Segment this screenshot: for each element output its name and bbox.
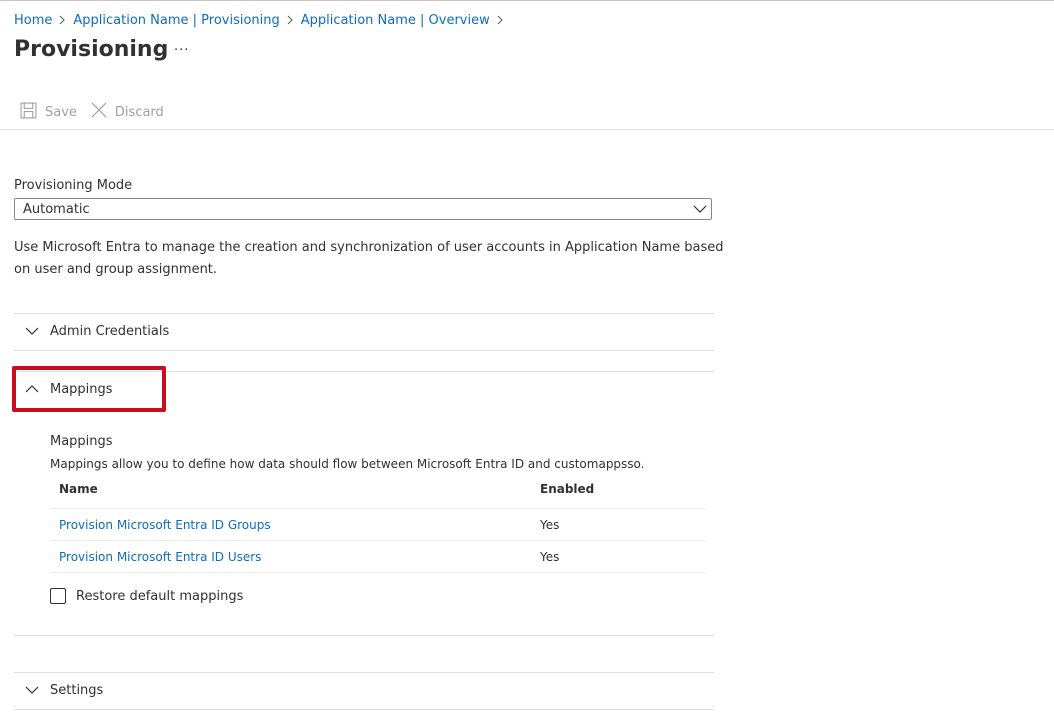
save-icon [20,102,45,123]
mapping-link-groups[interactable]: Provision Microsoft Entra ID Groups [59,518,271,532]
row-divider [50,508,706,509]
section-divider [14,635,714,636]
column-header-name: Name [59,482,98,496]
mappings-description: Mappings allow you to define how data sh… [50,457,645,471]
breadcrumb-home[interactable]: Home [14,13,52,28]
provisioning-mode-description: Use Microsoft Entra to manage the creati… [14,240,724,277]
restore-default-mappings-checkbox[interactable] [50,588,66,604]
section-admin-credentials-label: Admin Credentials [50,323,170,339]
section-divider [14,709,714,710]
discard-button[interactable]: Discard [91,102,164,122]
breadcrumb: Home Application Name | Provisioning App… [14,11,511,29]
section-divider [14,350,714,351]
save-button[interactable]: Save [20,102,77,123]
chevron-up-icon [14,384,50,394]
mapping-enabled-users: Yes [540,550,560,564]
provisioning-mode-dropdown[interactable]: Automatic [14,198,712,220]
provisioning-mode-value: Automatic [23,201,90,217]
row-divider [50,540,706,541]
provisioning-mode-label: Provisioning Mode [14,178,133,193]
chevron-right-icon [495,13,507,28]
section-mappings[interactable]: Mappings [14,371,714,407]
command-bar: Save Discard [20,100,178,124]
breadcrumb-app-provisioning[interactable]: Application Name | Provisioning [73,13,279,28]
page-title: Provisioning [14,37,169,62]
restore-default-mappings[interactable]: Restore default mappings [50,588,243,604]
save-label: Save [45,104,77,120]
chevron-down-icon [689,204,711,214]
section-admin-credentials[interactable]: Admin Credentials [14,313,714,349]
top-border [0,0,1054,1]
restore-default-mappings-label: Restore default mappings [76,588,244,604]
mapping-enabled-groups: Yes [540,518,560,532]
row-divider [50,572,706,573]
column-header-enabled: Enabled [540,482,595,496]
toolbar-divider [0,129,1054,130]
close-icon [91,102,115,122]
mappings-title: Mappings [50,434,113,449]
chevron-right-icon [57,13,69,28]
breadcrumb-app-overview[interactable]: Application Name | Overview [301,13,490,28]
more-options-button[interactable]: ··· [174,43,189,58]
section-mappings-label: Mappings [50,381,113,397]
chevron-right-icon [285,13,297,28]
mapping-link-users[interactable]: Provision Microsoft Entra ID Users [59,550,261,564]
discard-label: Discard [114,104,164,120]
section-settings-label: Settings [50,682,104,698]
section-settings[interactable]: Settings [14,672,714,708]
chevron-down-icon [14,685,50,695]
chevron-down-icon [14,326,50,336]
